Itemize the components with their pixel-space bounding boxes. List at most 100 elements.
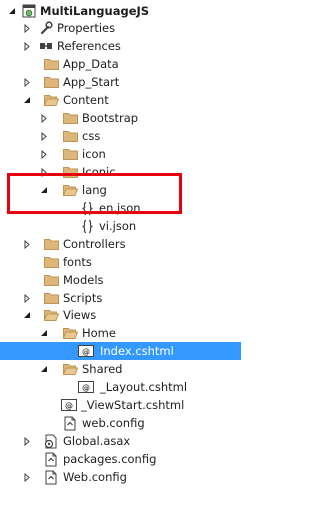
expand-arrow-icon[interactable]: [22, 432, 32, 450]
tree-item-app-start[interactable]: App_Start: [0, 73, 241, 91]
folder-icon: [62, 128, 78, 144]
project-icon: [21, 3, 37, 19]
tree-item-label: web.config: [82, 416, 145, 430]
collapse-arrow-icon[interactable]: [7, 2, 17, 20]
expand-arrow-icon[interactable]: [22, 19, 32, 37]
expand-arrow-icon[interactable]: [22, 235, 32, 253]
solution-explorer-tree: MultiLanguageJS Properties References Ap…: [0, 0, 241, 513]
expand-arrow-icon[interactable]: [22, 468, 32, 486]
folder-icon: [43, 272, 59, 288]
tree-item-label: Bootstrap: [82, 111, 139, 125]
expand-arrow-icon[interactable]: [22, 73, 32, 91]
folder-icon: [62, 164, 78, 180]
tree-item-label: Views: [63, 308, 97, 322]
tree-item-models[interactable]: Models: [0, 271, 241, 289]
tree-item-label: fonts: [63, 255, 92, 269]
tree-item-label: Index.cshtml: [100, 344, 174, 358]
tree-item-css[interactable]: css: [0, 127, 241, 145]
tree-item-label: Iconic: [82, 165, 116, 179]
tree-item-shared[interactable]: Shared: [0, 360, 241, 378]
tree-item-content[interactable]: Content: [0, 91, 241, 109]
tree-item-label: App_Data: [63, 57, 119, 71]
razor-file-icon: @: [78, 343, 94, 359]
tree-item-bootstrap[interactable]: Bootstrap: [0, 109, 241, 127]
tree-item-fonts[interactable]: fonts: [0, 253, 241, 271]
tree-item-label: _Layout.cshtml: [100, 380, 188, 394]
tree-item-label: References: [57, 39, 121, 53]
collapse-arrow-icon[interactable]: [22, 306, 32, 324]
tree-item-label: App_Start: [63, 75, 120, 89]
json-file-icon: [79, 218, 95, 234]
svg-text:@: @: [82, 384, 90, 393]
tree-item-label: css: [82, 129, 101, 143]
tree-item-properties[interactable]: Properties: [0, 19, 241, 37]
tree-item-label: lang: [82, 183, 107, 197]
svg-text:@: @: [82, 348, 90, 357]
tree-item-home[interactable]: Home: [0, 324, 241, 342]
razor-file-icon: @: [61, 397, 77, 413]
tree-item-index-cshtml[interactable]: @ Index.cshtml: [0, 342, 241, 360]
tree-item-label: icon: [82, 147, 106, 161]
folder-icon: [43, 290, 59, 306]
svg-text:@: @: [65, 402, 73, 411]
tree-item-app-data[interactable]: App_Data: [0, 55, 241, 73]
folder-open-icon: [62, 182, 78, 198]
folder-open-icon: [43, 307, 59, 323]
tree-item-label: Scripts: [63, 291, 103, 305]
references-icon: [38, 38, 54, 54]
config-file-icon: [43, 451, 59, 467]
config-file-icon: [43, 469, 59, 485]
folder-open-icon: [62, 325, 78, 341]
tree-item-project[interactable]: MultiLanguageJS: [0, 2, 241, 20]
expand-arrow-icon[interactable]: [22, 37, 32, 55]
tree-item-layout-cshtml[interactable]: @ _Layout.cshtml: [0, 378, 241, 396]
collapse-arrow-icon[interactable]: [39, 181, 49, 199]
wrench-icon: [38, 20, 54, 36]
folder-open-icon: [43, 92, 59, 108]
expand-arrow-icon[interactable]: [39, 109, 49, 127]
tree-item-label: Controllers: [63, 237, 126, 251]
tree-item-label: _ViewStart.cshtml: [81, 398, 185, 412]
collapse-arrow-icon[interactable]: [22, 91, 32, 109]
tree-item-scripts[interactable]: Scripts: [0, 289, 241, 307]
expand-arrow-icon[interactable]: [39, 145, 49, 163]
tree-item-label: Web.config: [63, 470, 127, 484]
collapse-arrow-icon[interactable]: [39, 360, 49, 378]
tree-item-label: Properties: [57, 21, 116, 35]
tree-item-vi-json[interactable]: vi.json: [0, 217, 241, 235]
tree-item-lang[interactable]: lang: [0, 181, 241, 199]
tree-item-label: Content: [63, 93, 109, 107]
tree-item-label: Models: [63, 273, 104, 287]
tree-item-en-json[interactable]: en.json: [0, 199, 241, 217]
config-file-icon: [62, 415, 78, 431]
json-file-icon: [79, 200, 95, 216]
tree-item-web-config[interactable]: Web.config: [0, 468, 241, 486]
tree-item-packages-config[interactable]: packages.config: [0, 450, 241, 468]
folder-open-icon: [62, 361, 78, 377]
tree-item-label: vi.json: [99, 219, 137, 233]
tree-item-views[interactable]: Views: [0, 306, 241, 324]
tree-item-label: MultiLanguageJS: [40, 4, 150, 18]
tree-item-label: packages.config: [63, 452, 157, 466]
folder-icon: [62, 146, 78, 162]
folder-icon: [43, 56, 59, 72]
expand-arrow-icon[interactable]: [39, 127, 49, 145]
folder-icon: [43, 254, 59, 270]
tree-item-viewstart-cshtml[interactable]: @ _ViewStart.cshtml: [0, 396, 241, 414]
tree-item-controllers[interactable]: Controllers: [0, 235, 241, 253]
tree-item-label: Home: [82, 326, 116, 340]
tree-item-iconic[interactable]: Iconic: [0, 163, 241, 181]
collapse-arrow-icon[interactable]: [39, 324, 49, 342]
tree-item-icon[interactable]: icon: [0, 145, 241, 163]
folder-icon: [62, 110, 78, 126]
tree-item-references[interactable]: References: [0, 37, 241, 55]
tree-item-global-asax[interactable]: Global.asax: [0, 432, 241, 450]
tree-item-label: en.json: [99, 201, 141, 215]
folder-icon: [43, 236, 59, 252]
tree-item-views-web-config[interactable]: web.config: [0, 414, 241, 432]
razor-file-icon: @: [78, 379, 94, 395]
global-asax-icon: [43, 433, 59, 449]
expand-arrow-icon[interactable]: [22, 289, 32, 307]
folder-icon: [43, 74, 59, 90]
expand-arrow-icon[interactable]: [39, 163, 49, 181]
